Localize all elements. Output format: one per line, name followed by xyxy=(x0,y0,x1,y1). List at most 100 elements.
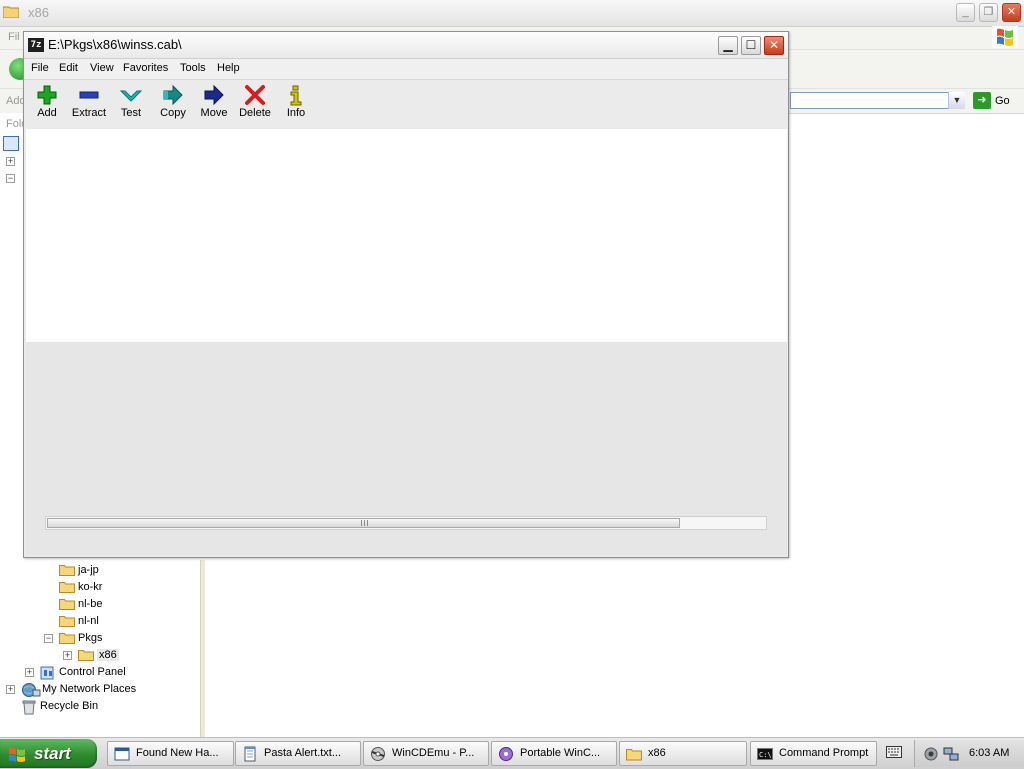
restore-icon: ❐ xyxy=(983,6,994,18)
taskbar-button-label: WinCDEmu - P... xyxy=(392,747,475,759)
sevenzip-app-icon: 7z xyxy=(28,38,44,52)
tree-expand-icon[interactable]: + xyxy=(63,651,72,660)
archive-maximize-button[interactable]: ☐ xyxy=(741,36,761,55)
copy-button[interactable]: Copy xyxy=(158,84,188,126)
tree-expand-icon[interactable]: + xyxy=(6,685,15,694)
close-icon: ✕ xyxy=(768,38,780,52)
extract-icon xyxy=(69,84,109,106)
chevron-down-icon[interactable]: ▼ xyxy=(948,92,965,109)
tree-item[interactable]: Recycle Bin xyxy=(0,698,200,715)
security-shield-icon[interactable] xyxy=(923,746,939,762)
taskbar-button[interactable]: Found New Ha... xyxy=(107,741,234,766)
copy-icon xyxy=(158,84,188,106)
tree-collapse-icon[interactable]: − xyxy=(44,634,53,643)
minimize-icon: _ xyxy=(962,6,969,18)
tree-item-label: Control Panel xyxy=(59,666,126,678)
tree-item-label: My Network Places xyxy=(42,683,137,695)
clock[interactable]: 6:03 AM xyxy=(969,747,1009,759)
explorer-menu-file[interactable]: Fil xyxy=(8,31,20,43)
taskbar-button-label: x86 xyxy=(648,747,666,759)
info-button[interactable]: Info xyxy=(284,84,308,126)
test-button[interactable]: Test xyxy=(117,84,145,126)
tree-item[interactable]: nl-nl xyxy=(0,613,200,630)
tree-item[interactable]: ja-jp xyxy=(0,562,200,579)
tree-expand-icon[interactable]: + xyxy=(25,668,34,677)
archive-minimize-button[interactable]: ▁ xyxy=(718,36,738,55)
folder-icon xyxy=(78,648,94,664)
minimize-icon: ▁ xyxy=(723,38,733,52)
tree-item-label: x86 xyxy=(97,649,119,661)
add-button[interactable]: Add xyxy=(33,84,61,126)
scrollbar-grip-icon xyxy=(361,520,368,526)
close-icon: ✕ xyxy=(1006,6,1017,18)
keyboard-icon[interactable] xyxy=(886,746,902,758)
explorer-close-button[interactable]: ✕ xyxy=(1002,3,1021,22)
extract-button[interactable]: Extract xyxy=(69,84,109,126)
tree-item-label: nl-be xyxy=(78,598,103,610)
taskbar-button[interactable]: x86 xyxy=(619,741,747,766)
toolbar-button-label: Test xyxy=(120,107,142,119)
tree-item-label: Pkgs xyxy=(78,632,103,644)
toolbar-button-label: Info xyxy=(286,107,306,119)
taskbar-button[interactable]: Pasta Alert.txt... xyxy=(235,741,361,766)
menu-file[interactable]: File xyxy=(31,62,49,74)
tree-item[interactable]: − Pkgs xyxy=(0,630,200,647)
horizontal-scrollbar[interactable] xyxy=(45,516,767,530)
tree-item-label: ko-kr xyxy=(78,581,103,593)
svg-text:C:\: C:\ xyxy=(759,751,772,759)
test-icon xyxy=(117,84,145,106)
archive-file-list[interactable] xyxy=(26,129,787,381)
tree-item-label: ja-jp xyxy=(78,564,99,576)
menu-edit[interactable]: Edit xyxy=(59,62,78,74)
taskbar: start Found New Ha... Pasta Alert.txt... W… xyxy=(0,737,1024,769)
tree-collapse-icon[interactable]: − xyxy=(6,174,15,183)
info-icon xyxy=(284,84,308,106)
taskbar-button[interactable]: C:\ Command Prompt xyxy=(750,741,877,766)
menu-view[interactable]: View xyxy=(90,62,114,74)
tree-item[interactable]: + My Network Places xyxy=(0,681,200,698)
maximize-icon: ☐ xyxy=(745,38,757,52)
tree-item[interactable]: nl-be xyxy=(0,596,200,613)
explorer-minimize-button[interactable]: _ xyxy=(956,3,975,22)
menu-tools[interactable]: Tools xyxy=(180,62,206,74)
start-button[interactable]: start xyxy=(0,739,97,768)
archive-close-button[interactable]: ✕ xyxy=(764,36,784,55)
add-icon xyxy=(33,84,61,106)
folder-icon xyxy=(3,6,19,18)
tree-item[interactable]: + Control Panel xyxy=(0,664,200,681)
toolbar-button-label: Move xyxy=(200,107,228,119)
network-icon[interactable] xyxy=(943,746,959,762)
go-button-label[interactable]: Go xyxy=(995,95,1010,107)
delete-button[interactable]: Delete xyxy=(237,84,273,126)
go-arrow-icon[interactable]: ➜ xyxy=(973,92,991,109)
menu-help[interactable]: Help xyxy=(217,62,240,74)
taskbar-button[interactable]: WinCDEmu - P... xyxy=(363,741,489,766)
toolbar-button-label: Copy xyxy=(160,107,186,119)
desktop-icon xyxy=(3,136,19,151)
taskbar-button-label: Portable WinC... xyxy=(520,747,601,759)
taskbar-button[interactable]: Portable WinC... xyxy=(491,741,617,766)
tree-expand-icon[interactable]: + xyxy=(6,157,15,166)
toolbar-button-label: Add xyxy=(37,107,57,119)
address-input[interactable] xyxy=(790,92,965,109)
explorer-title: x86 xyxy=(28,5,49,20)
taskbar-button-label: Command Prompt xyxy=(779,747,869,759)
folder-icon xyxy=(59,614,75,630)
explorer-restore-button[interactable]: ❐ xyxy=(979,3,998,22)
archive-menubar: File Edit View Favorites Tools Help xyxy=(24,59,788,80)
taskbar-button-label: Found New Ha... xyxy=(136,747,219,759)
folder-icon xyxy=(59,580,75,596)
pane-splitter[interactable] xyxy=(200,560,205,737)
tree-item[interactable]: ko-kr xyxy=(0,579,200,596)
start-label: start xyxy=(34,744,71,763)
system-tray: 6:03 AM xyxy=(914,740,1024,767)
folder-icon xyxy=(59,631,75,647)
windows-logo-icon xyxy=(992,26,1018,48)
scrollbar-thumb[interactable] xyxy=(47,518,680,528)
tree-item[interactable]: + x86 xyxy=(0,647,200,664)
toolbar-button-label: Extract xyxy=(71,107,107,119)
toolbar-button-label: Delete xyxy=(239,107,271,119)
menu-favorites[interactable]: Favorites xyxy=(123,62,168,74)
delete-icon xyxy=(237,84,273,106)
move-button[interactable]: Move xyxy=(200,84,228,126)
